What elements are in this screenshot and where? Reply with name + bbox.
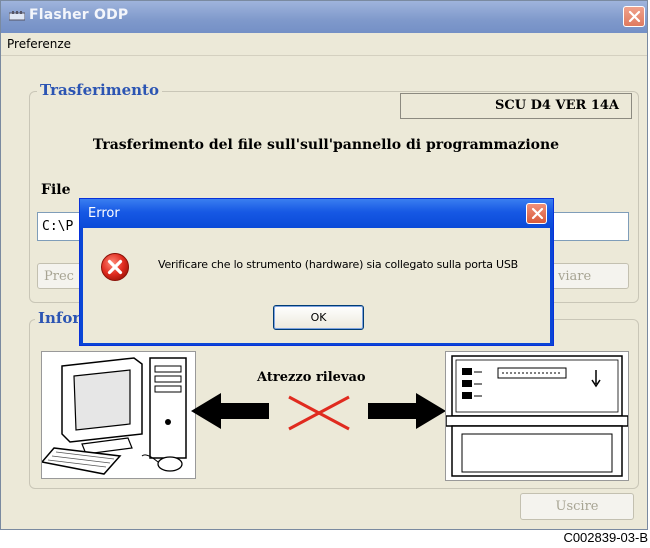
exit-button[interactable]: Uscire: [520, 493, 634, 520]
app-icon: [9, 11, 25, 21]
error-dialog-close-button[interactable]: [526, 203, 547, 224]
computer-icon: [40, 357, 187, 475]
error-message: Verificare che lo strumento (hardware) s…: [158, 258, 519, 271]
transfer-group-label: Trasferimento: [37, 81, 162, 99]
ok-button[interactable]: OK: [273, 305, 364, 330]
menu-preferenze[interactable]: Preferenze: [7, 37, 71, 51]
menu-bar: Preferenze: [1, 33, 647, 56]
version-box: SCU D4 VER 14A: [400, 93, 632, 119]
arrow-left-icon: [191, 393, 269, 429]
error-dialog-body: Verificare che lo strumento (hardware) s…: [83, 228, 550, 343]
cross-icon: [288, 395, 350, 431]
file-label: File: [41, 182, 71, 198]
error-icon: [101, 253, 129, 281]
figure-caption: C002839-03-B: [563, 530, 648, 545]
control-panel-image: [445, 351, 629, 481]
info-group-label: Infor: [35, 309, 84, 327]
send-button[interactable]: viare: [541, 263, 629, 289]
control-panel-icon: [445, 355, 629, 477]
error-dialog-title-bar[interactable]: Error: [80, 199, 553, 228]
window-title: Flasher ODP: [29, 7, 129, 23]
close-icon: [628, 10, 641, 23]
error-dialog-title: Error: [88, 206, 120, 221]
transfer-heading: Trasferimento del file sull'sull'pannell…: [92, 137, 560, 153]
close-icon: [531, 207, 544, 220]
close-button[interactable]: [623, 6, 645, 27]
arrow-right-icon: [368, 393, 446, 429]
connection-arrows: [191, 393, 446, 431]
error-dialog: Error Verificare che lo strumento (hardw…: [79, 198, 554, 346]
computer-image: [40, 351, 196, 479]
title-bar[interactable]: Flasher ODP: [1, 1, 647, 33]
